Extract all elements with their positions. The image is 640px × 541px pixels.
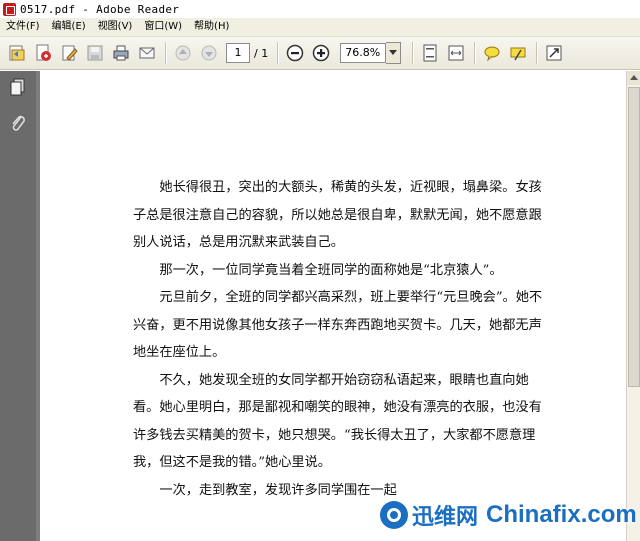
pages-panel-button[interactable] (8, 77, 28, 97)
menu-view[interactable]: 视图(V) (92, 18, 139, 36)
toolbar-separator (277, 42, 280, 64)
vertical-scrollbar[interactable] (626, 71, 640, 541)
menu-file[interactable]: 文件(F) (0, 18, 46, 36)
document-text: 她长得很丑，突出的大额头，稀黄的头发，近视眼，塌鼻梁。女孩子总是很注意自己的容貌… (133, 174, 545, 504)
print-button[interactable] (110, 42, 132, 64)
minus-icon (286, 44, 304, 62)
pdf-app-icon (3, 2, 16, 16)
attachments-panel-button[interactable] (8, 113, 28, 133)
zoom-level-field[interactable]: 76.8% (340, 43, 387, 63)
fit-page-button[interactable] (419, 42, 441, 64)
paragraph: 她长得很丑，突出的大额头，稀黄的头发，近视眼，塌鼻梁。女孩子总是很注意自己的容貌… (133, 180, 542, 250)
zoom-in-button[interactable] (310, 42, 332, 64)
next-page-button[interactable] (198, 42, 220, 64)
watermark: 迅维网 Chinafix.com (380, 497, 637, 533)
pages-icon (10, 78, 25, 96)
save-button[interactable] (84, 42, 106, 64)
arrow-up-icon (175, 45, 191, 61)
pdf-page: 她长得很丑，突出的大额头，稀黄的头发，近视眼，塌鼻梁。女孩子总是很注意自己的容貌… (40, 71, 626, 541)
zoom-dropdown-button[interactable] (386, 42, 402, 64)
save-icon (87, 45, 103, 61)
chevron-down-icon (389, 50, 398, 55)
fit-width-icon (448, 45, 464, 61)
full-screen-button[interactable] (543, 42, 565, 64)
menu-window[interactable]: 窗口(W) (138, 18, 188, 36)
scrollbar-thumb[interactable] (628, 87, 640, 387)
page-number-input[interactable]: 1 (226, 43, 250, 63)
comment-icon (484, 46, 500, 62)
toolbar: 1 / 1 76.8% (0, 37, 640, 70)
toolbar-separator (536, 42, 539, 64)
edit-button[interactable] (58, 42, 80, 64)
paragraph: 那一次，一位同学竟当着全班同学的面称她是“北京猿人”。 (159, 262, 503, 278)
zoom-out-button[interactable] (284, 42, 306, 64)
page-total-label: / 1 (254, 46, 269, 60)
pencil-icon (62, 45, 78, 61)
window-title: 0517.pdf - Adobe Reader (20, 2, 180, 16)
paragraph: 元旦前夕，全班的同学都兴高采烈，班上要举行“元旦晚会”。她不兴奋，更不用说像其他… (133, 290, 543, 360)
navigation-pane (0, 71, 36, 541)
export-pdf-icon (36, 44, 51, 61)
chevron-up-icon (630, 75, 638, 80)
scroll-up-button[interactable] (627, 71, 640, 85)
envelope-icon (139, 47, 155, 59)
previous-page-button[interactable] (172, 42, 194, 64)
watermark-logo-icon (380, 501, 408, 529)
plus-icon (312, 44, 330, 62)
create-pdf-button[interactable] (6, 42, 28, 64)
title-bar: 0517.pdf - Adobe Reader (0, 0, 640, 18)
watermark-cn-text: 迅维网 (412, 505, 479, 530)
toolbar-separator (165, 42, 167, 64)
watermark-en-text: Chinafix.com (486, 501, 637, 528)
create-pdf-icon (9, 45, 25, 61)
toolbar-separator (474, 42, 477, 64)
highlight-icon (510, 47, 526, 61)
highlight-button[interactable] (507, 42, 529, 64)
menu-help[interactable]: 帮助(H) (188, 18, 235, 36)
menu-bar: 文件(F) 编辑(E) 视图(V) 窗口(W) 帮助(H) (0, 18, 640, 37)
menu-edit[interactable]: 编辑(E) (46, 18, 92, 36)
toolbar-separator (412, 42, 415, 64)
arrow-down-icon (201, 45, 217, 61)
fit-page-icon (423, 44, 437, 62)
paragraph: 不久，她发现全班的女同学都开始窃窃私语起来，眼睛也直向她看。她心里明白，那是鄙视… (133, 372, 542, 471)
expand-icon (546, 45, 562, 61)
email-button[interactable] (136, 42, 158, 64)
fit-width-button[interactable] (445, 42, 467, 64)
printer-icon (113, 45, 129, 61)
document-view[interactable]: 她长得很丑，突出的大额头，稀黄的头发，近视眼，塌鼻梁。女孩子总是很注意自己的容貌… (36, 71, 626, 541)
export-pdf-button[interactable] (32, 42, 54, 64)
comment-button[interactable] (481, 42, 503, 64)
paperclip-icon (12, 115, 25, 131)
